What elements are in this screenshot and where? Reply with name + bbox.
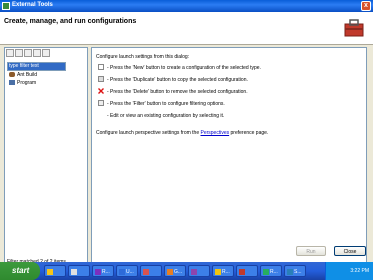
instruction-filter: - Press the 'Filter' button to configure…: [107, 101, 225, 107]
close-button[interactable]: Close: [334, 246, 366, 256]
intro-text: Configure launch settings from this dial…: [96, 54, 190, 60]
taskbar-item[interactable]: U...: [116, 265, 138, 277]
start-button[interactable]: start: [0, 262, 40, 280]
instruction-duplicate: - Press the 'Duplicate' button to copy t…: [107, 77, 248, 83]
delete-icon: [98, 88, 104, 94]
app-icon: [119, 269, 125, 275]
app-icon: [239, 269, 245, 275]
dialog-header: Create, manage, and run configurations: [0, 12, 373, 45]
taskbar: start R... U... G... R... R... S... 3:22…: [0, 262, 373, 280]
filter-config-icon[interactable]: [42, 49, 50, 57]
app-icon: [71, 269, 77, 275]
app-icon: [263, 269, 269, 275]
delete-config-icon[interactable]: [24, 49, 32, 57]
toolbox-icon: [344, 19, 364, 37]
duplicate-icon: [98, 76, 104, 82]
perspective-suffix: preference page.: [229, 130, 269, 136]
config-tree-panel: type filter text Ant Build Program Filte…: [4, 47, 88, 269]
taskbar-item[interactable]: S...: [284, 265, 306, 277]
taskbar-item[interactable]: [188, 265, 210, 277]
instruction-delete: - Press the 'Delete' button to remove th…: [107, 89, 248, 95]
app-icon: [191, 269, 197, 275]
filter-icon: [98, 100, 104, 106]
run-button[interactable]: Run: [296, 246, 326, 256]
app-icon: [47, 269, 53, 275]
taskbar-item[interactable]: R...: [212, 265, 234, 277]
tree-item-label: Program: [17, 80, 37, 86]
app-icon: [143, 269, 149, 275]
config-toolbar: [6, 49, 50, 59]
tree-item-ant-build[interactable]: Ant Build: [9, 71, 37, 79]
close-window-button[interactable]: x: [361, 1, 371, 11]
taskbar-item[interactable]: R...: [260, 265, 282, 277]
new-config-icon[interactable]: [6, 49, 14, 57]
app-icon: [215, 269, 221, 275]
ant-icon: [9, 72, 15, 78]
taskbar-item[interactable]: [236, 265, 258, 277]
system-tray: 3:22 PM: [325, 262, 373, 280]
tree-item-label: Ant Build: [17, 72, 38, 78]
config-details-panel: Configure launch settings from this dial…: [91, 47, 367, 269]
instruction-edit: - Edit or view an existing configuration…: [107, 113, 225, 119]
perspective-text: Configure launch perspective settings fr…: [96, 130, 268, 136]
app-icon: [95, 269, 101, 275]
clock[interactable]: 3:22 PM: [350, 268, 369, 274]
dialog-title: Create, manage, and run configurations: [4, 18, 137, 25]
new-icon: [98, 64, 104, 70]
app-icon: [287, 269, 293, 275]
app-icon: [167, 269, 173, 275]
external-tools-icon: [2, 2, 10, 10]
filter-input[interactable]: type filter text: [7, 62, 66, 71]
program-icon: [9, 80, 15, 86]
config-tree: Ant Build Program: [9, 71, 37, 87]
taskbar-item[interactable]: [68, 265, 90, 277]
window-titlebar: External Tools x: [0, 0, 373, 12]
collapse-all-icon[interactable]: [33, 49, 41, 57]
perspective-prefix: Configure launch perspective settings fr…: [96, 130, 201, 136]
duplicate-config-icon[interactable]: [15, 49, 23, 57]
instruction-new: - Press the 'New' button to create a con…: [107, 65, 261, 71]
taskbar-item[interactable]: [44, 265, 66, 277]
taskbar-item[interactable]: G...: [164, 265, 186, 277]
taskbar-item[interactable]: R...: [92, 265, 114, 277]
window-title: External Tools: [12, 2, 53, 8]
perspectives-link[interactable]: Perspectives: [201, 130, 230, 136]
tree-item-program[interactable]: Program: [9, 79, 37, 87]
taskbar-item[interactable]: [140, 265, 162, 277]
